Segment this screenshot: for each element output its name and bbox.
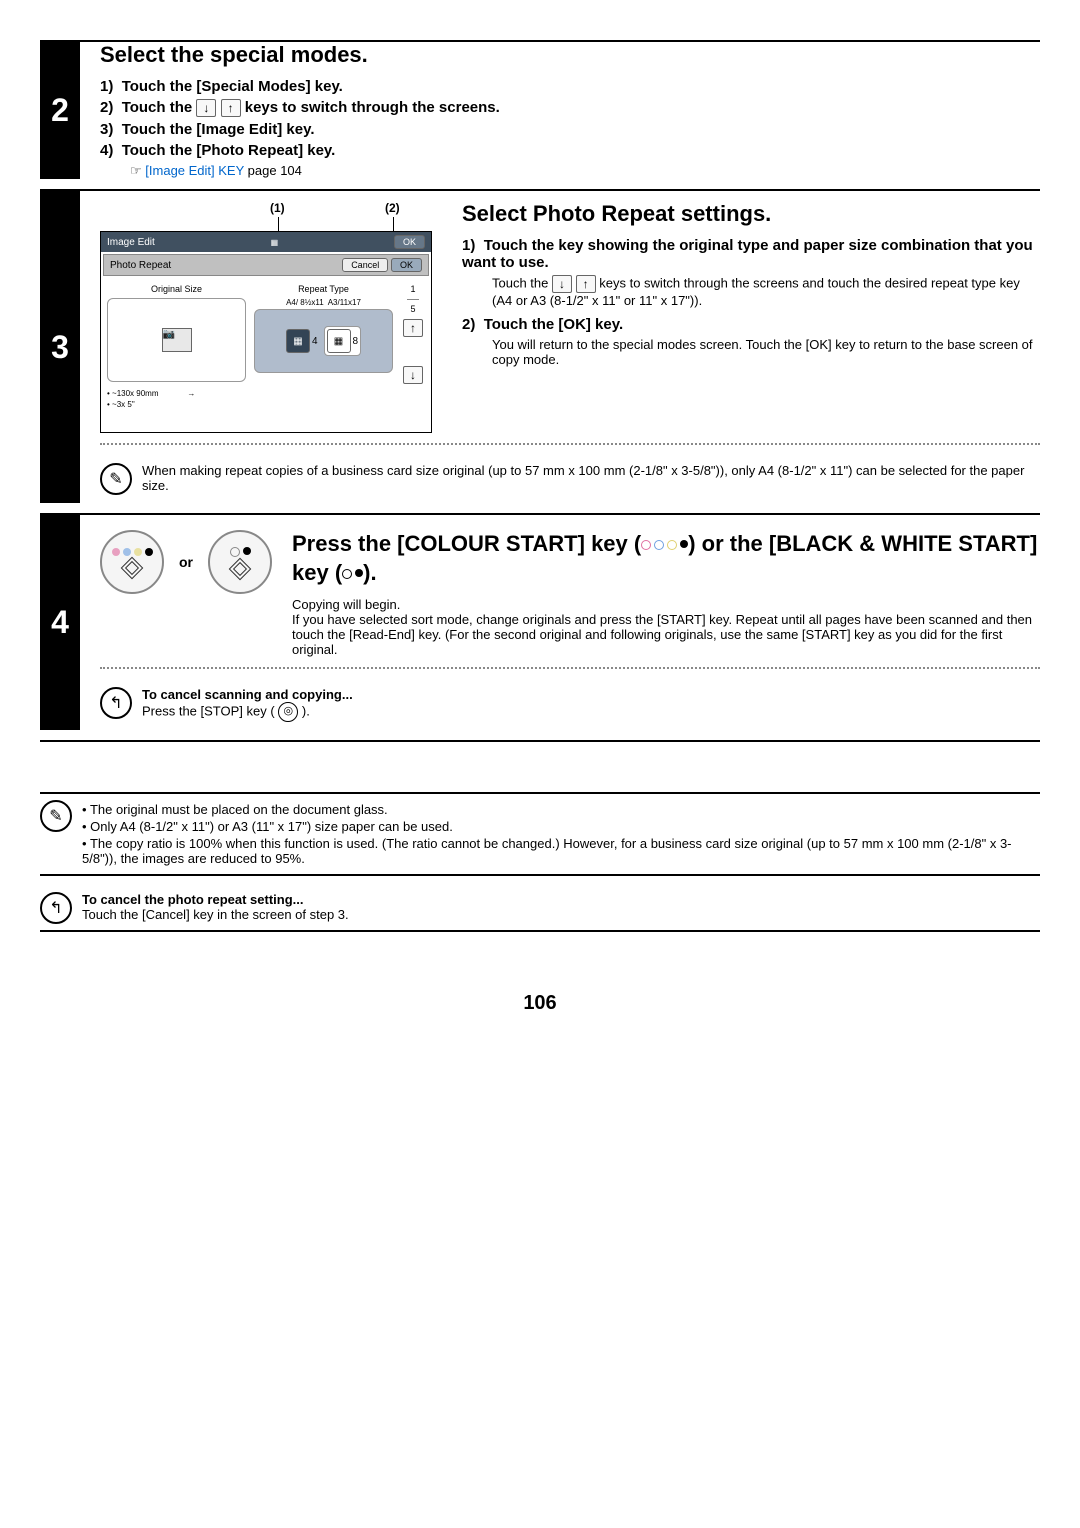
a4-label: A4/ 8½x11 [286,298,324,307]
bw-start-button[interactable] [208,530,272,594]
page-number: 106 [40,992,1040,1015]
original-size-label: Original Size [107,284,246,294]
page-down-button[interactable]: ↓ [403,366,423,384]
step4-desc2: If you have selected sort mode, change o… [292,612,1040,657]
step2-item3: 3) Touch the [Image Edit] key. [100,121,1040,138]
step4-desc1: Copying will begin. [292,597,1040,612]
step4-title: Press the [COLOUR START] key () or the [… [292,530,1040,587]
repeat-8-count: 8 [353,336,359,347]
step-number-3: 3 [40,191,80,503]
down-arrow-icon: ↓ [552,275,572,293]
step2-item1: 1) Touch the [Special Modes] key. [100,78,1040,95]
page-indicator-top: 1 [410,284,415,294]
panel-header: Image Edit [107,237,155,248]
cancel-button[interactable]: Cancel [342,258,388,272]
repeat-4-icon[interactable]: ▦ [286,329,310,353]
step3-item1: 1) Touch the key showing the original ty… [462,237,1040,271]
photo-icon: 📷 [162,328,192,352]
callout-1: (1) [270,201,285,215]
step4-cancel-title: To cancel scanning and copying... [142,687,353,702]
diamond-icon [121,557,144,580]
note-icon: ✎ [100,463,132,495]
step2-link: ☞ [Image Edit] KEY page 104 [130,163,1040,179]
repeat-4-count: 4 [312,336,318,347]
step3-item1-desc: Touch the ↓ ↑ keys to switch through the… [492,275,1040,308]
step4-cancel-desc: Press the [STOP] key ( ◎ ). [142,702,353,722]
bottom-note-2: • Only A4 (8-1/2" x 11") or A3 (11" x 17… [82,819,1040,834]
back-icon: ↰ [100,687,132,719]
up-arrow-icon: ↑ [576,275,596,293]
page-up-button[interactable]: ↑ [403,319,423,337]
step-number-4: 4 [40,515,80,730]
or-label: or [179,554,193,570]
step2-title: Select the special modes. [100,42,1040,68]
step3-title: Select Photo Repeat settings. [462,201,1040,227]
diamond-icon [229,558,252,581]
back-icon: ↰ [40,892,72,924]
stop-icon: ◎ [278,702,298,722]
colour-start-button[interactable] [100,530,164,594]
grid-icon: ▦ [271,238,279,247]
step3-item2-desc: You will return to the special modes scr… [492,337,1040,367]
size-opt-2: ~3x 5" [112,400,135,409]
down-arrow-icon: ↓ [196,99,216,117]
step2-item4: 4) Touch the [Photo Repeat] key. [100,142,1040,159]
note-icon: ✎ [40,800,72,832]
a3-label: A3/11x17 [328,298,361,307]
step3-item2: 2) Touch the [OK] key. [462,316,1040,333]
panel-ok-top[interactable]: OK [394,235,425,249]
up-arrow-icon: ↑ [221,99,241,117]
panel-sub-title: Photo Repeat [110,260,171,271]
bottom-cancel-title: To cancel the photo repeat setting... [82,892,349,907]
page-indicator-bot: 5 [410,304,415,314]
bottom-note-1: • The original must be placed on the doc… [82,802,1040,817]
bottom-cancel-desc: Touch the [Cancel] key in the screen of … [82,907,349,922]
ok-button[interactable]: OK [391,258,422,272]
size-opt-1: ~130x 90mm [112,389,158,398]
callout-2: (2) [385,201,400,215]
step-number-2: 2 [40,42,80,179]
step2-item2: 2) Touch the ↓ ↑ keys to switch through … [100,99,1040,117]
step3-note: When making repeat copies of a business … [142,463,1040,493]
repeat-type-label: Repeat Type [254,284,393,294]
bottom-note-3: • The copy ratio is 100% when this funct… [82,836,1040,866]
repeat-8-icon[interactable]: ▦ [327,329,351,353]
image-edit-panel: Image Edit ▦ OK Photo Repeat Cancel OK [100,231,432,433]
